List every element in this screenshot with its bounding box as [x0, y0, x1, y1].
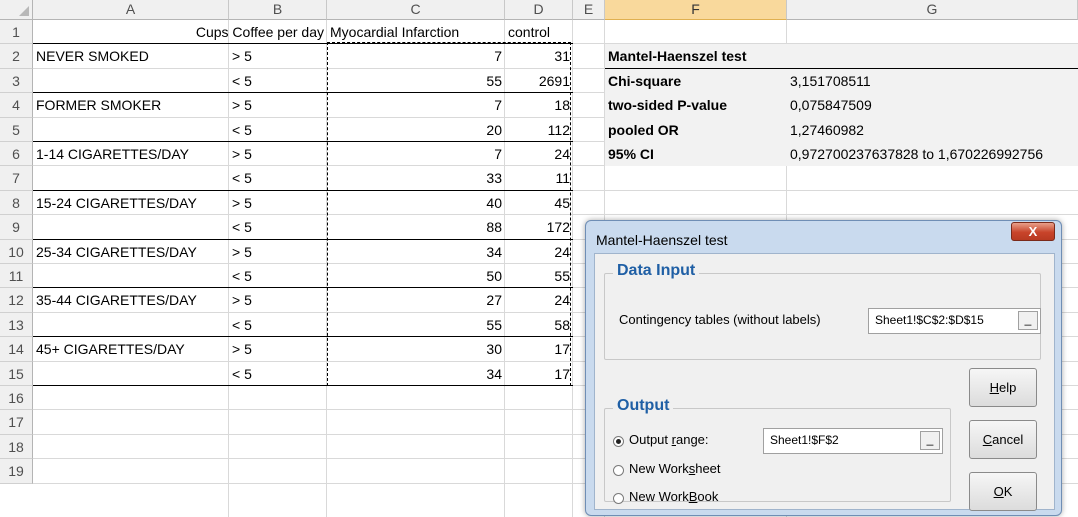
row-header-9[interactable]: 9: [0, 215, 33, 240]
ok-button[interactable]: OK: [969, 472, 1037, 511]
header-myocardial-infarction[interactable]: Myocardial Infarction: [327, 20, 505, 44]
result-value[interactable]: 0,075847509: [787, 93, 1078, 117]
output-range-input[interactable]: Sheet1!$F$2 _: [763, 428, 943, 454]
new-worksheet-radio[interactable]: [613, 465, 624, 476]
cell-a[interactable]: 1-14 CIGARETTES/DAY: [33, 142, 229, 166]
cell-b[interactable]: > 5: [229, 142, 327, 166]
row-header-1[interactable]: 1: [0, 20, 33, 45]
row-header-15[interactable]: 15: [0, 361, 33, 386]
cell-b[interactable]: > 5: [229, 288, 327, 312]
row-header-17[interactable]: 17: [0, 410, 33, 435]
row-header-7[interactable]: 7: [0, 166, 33, 191]
cell-a[interactable]: 35-44 CIGARETTES/DAY: [33, 288, 229, 312]
range-picker-icon[interactable]: _: [1018, 311, 1038, 330]
cell-a[interactable]: [33, 264, 229, 288]
cell-a[interactable]: [33, 118, 229, 142]
row-header-12[interactable]: 12: [0, 288, 33, 313]
column-header-c[interactable]: C: [327, 0, 505, 20]
row-header-6[interactable]: 6: [0, 142, 33, 167]
column-header-f[interactable]: F: [605, 0, 787, 20]
row-header-19[interactable]: 19: [0, 459, 33, 484]
header-cups-coffee[interactable]: Cups Coffee per day: [33, 20, 327, 44]
dialog-title: Mantel-Haenszel test: [596, 232, 728, 248]
cell-b[interactable]: < 5: [229, 118, 327, 142]
row-header-10[interactable]: 10: [0, 239, 33, 264]
column-header-a[interactable]: A: [33, 0, 229, 20]
output-group: Output: [604, 397, 951, 502]
cell-b[interactable]: < 5: [229, 69, 327, 93]
output-picker-icon[interactable]: _: [920, 431, 940, 450]
row-header-8[interactable]: 8: [0, 190, 33, 216]
row-header-11[interactable]: 11: [0, 264, 33, 289]
row-header-13[interactable]: 13: [0, 312, 33, 338]
new-workbook-label[interactable]: New WorkBook: [629, 489, 718, 504]
result-label[interactable]: 95% CI: [605, 142, 787, 166]
new-worksheet-label[interactable]: New Worksheet: [629, 461, 721, 476]
results-title[interactable]: Mantel-Haenszel test: [605, 44, 787, 68]
cancel-button[interactable]: Cancel: [969, 420, 1037, 459]
row-header-5[interactable]: 5: [0, 117, 33, 142]
column-header-b[interactable]: B: [229, 0, 327, 20]
cell-a[interactable]: [33, 215, 229, 239]
cell-b[interactable]: > 5: [229, 337, 327, 361]
contingency-range-input[interactable]: Sheet1!$C$2:$D$15 _: [868, 308, 1041, 334]
cell-b[interactable]: > 5: [229, 44, 327, 68]
result-label[interactable]: Chi-square: [605, 69, 787, 93]
cell-a[interactable]: [33, 313, 229, 337]
cell-b[interactable]: > 5: [229, 191, 327, 215]
dialog-body: Data Input Contingency tables (without l…: [594, 253, 1055, 511]
result-value[interactable]: 3,151708511: [787, 69, 1078, 93]
result-value[interactable]: 1,27460982: [787, 118, 1078, 142]
cell-a[interactable]: [33, 166, 229, 190]
row-header-18[interactable]: 18: [0, 434, 33, 460]
cell-a[interactable]: 25-34 CIGARETTES/DAY: [33, 240, 229, 264]
cell-b[interactable]: < 5: [229, 313, 327, 337]
close-button[interactable]: X: [1011, 222, 1055, 241]
output-title: Output: [613, 397, 674, 415]
cell-a[interactable]: NEVER SMOKED: [33, 44, 229, 68]
header-control[interactable]: control: [505, 20, 573, 44]
cell-b[interactable]: < 5: [229, 215, 327, 239]
column-header-g[interactable]: G: [787, 0, 1078, 20]
contingency-range-value: Sheet1!$C$2:$D$15: [875, 313, 984, 327]
row-header-14[interactable]: 14: [0, 337, 33, 362]
select-all-corner[interactable]: [0, 0, 33, 20]
row-header-3[interactable]: 3: [0, 68, 33, 94]
cell-a[interactable]: [33, 69, 229, 93]
cell-b[interactable]: > 5: [229, 240, 327, 264]
data-input-title: Data Input: [613, 262, 700, 280]
column-header-e[interactable]: E: [573, 0, 605, 20]
result-label[interactable]: pooled OR: [605, 118, 787, 142]
cell-b[interactable]: < 5: [229, 166, 327, 190]
data-input-group: Data Input Contingency tables (without l…: [604, 262, 1041, 360]
help-button[interactable]: Help: [969, 368, 1037, 407]
result-label[interactable]: two-sided P-value: [605, 93, 787, 117]
output-range-value: Sheet1!$F$2: [770, 433, 839, 447]
mantel-haenszel-dialog: Mantel-Haenszel test X Data Input Contin…: [585, 220, 1062, 516]
result-value[interactable]: 0,972700237637828 to 1,670226992756: [787, 142, 1078, 166]
cell-a[interactable]: [33, 362, 229, 386]
copy-selection-marquee: [327, 42, 571, 386]
cell-a[interactable]: 15-24 CIGARETTES/DAY: [33, 191, 229, 215]
cell-b[interactable]: > 5: [229, 93, 327, 117]
cell-a[interactable]: 45+ CIGARETTES/DAY: [33, 337, 229, 361]
row-header-16[interactable]: 16: [0, 386, 33, 411]
row-header-4[interactable]: 4: [0, 93, 33, 118]
output-range-radio[interactable]: [613, 436, 624, 447]
cell-a[interactable]: FORMER SMOKER: [33, 93, 229, 117]
cell-b[interactable]: < 5: [229, 362, 327, 386]
column-header-d[interactable]: D: [505, 0, 573, 20]
cell-b[interactable]: < 5: [229, 264, 327, 288]
output-range-label[interactable]: Output range:: [629, 432, 709, 447]
row-header-2[interactable]: 2: [0, 44, 33, 69]
contingency-tables-label: Contingency tables (without labels): [619, 312, 821, 327]
new-workbook-radio[interactable]: [613, 493, 624, 504]
